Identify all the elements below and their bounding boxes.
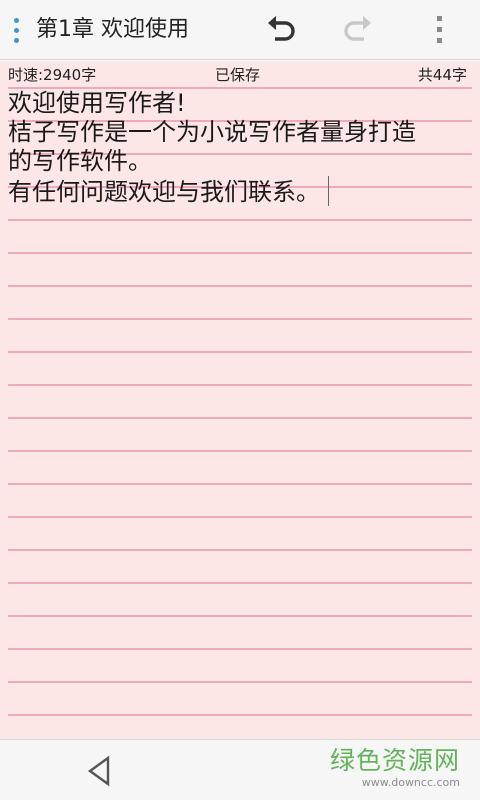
editor-line: 有任何问题欢迎与我们联系。 bbox=[8, 178, 320, 206]
drawer-toggle-icon[interactable] bbox=[8, 18, 24, 44]
typing-speed: 时速:2940字 bbox=[8, 66, 97, 84]
watermark-title: 绿色资源网 bbox=[329, 746, 460, 775]
editor-line: 桔子写作是一个为小说写作者量身打造 bbox=[8, 118, 416, 146]
more-vert-icon[interactable] bbox=[420, 10, 460, 50]
redo-icon[interactable] bbox=[339, 10, 379, 50]
system-nav-bar: 绿色资源网 www.downcc.com bbox=[0, 739, 480, 800]
undo-icon[interactable] bbox=[260, 10, 300, 50]
editor-line-last: 有任何问题欢迎与我们联系。 bbox=[8, 176, 474, 207]
writer-app: 第1章 欢迎使用 时速:2940字 已保存 共44字 欢迎使用写作者! 桔子写作… bbox=[0, 0, 480, 800]
watermark: 绿色资源网 www.downcc.com bbox=[330, 746, 460, 790]
watermark-url: www.downcc.com bbox=[361, 776, 460, 789]
save-status: 已保存 bbox=[215, 66, 261, 84]
status-bar: 时速:2940字 已保存 共44字 bbox=[0, 61, 480, 87]
text-caret bbox=[328, 176, 329, 206]
editor-line: 欢迎使用写作者! bbox=[8, 89, 186, 117]
back-triangle-icon[interactable] bbox=[84, 754, 114, 788]
editor-line: 的写作软件。 bbox=[8, 147, 152, 175]
word-count: 共44字 bbox=[417, 66, 467, 84]
editor-content[interactable]: 欢迎使用写作者! 桔子写作是一个为小说写作者量身打造 的写作软件。 有任何问题欢… bbox=[8, 89, 474, 207]
top-toolbar: 第1章 欢迎使用 bbox=[0, 0, 480, 60]
text-editor[interactable]: 欢迎使用写作者! 桔子写作是一个为小说写作者量身打造 的写作软件。 有任何问题欢… bbox=[0, 87, 480, 739]
chapter-title[interactable]: 第1章 欢迎使用 bbox=[36, 15, 189, 45]
